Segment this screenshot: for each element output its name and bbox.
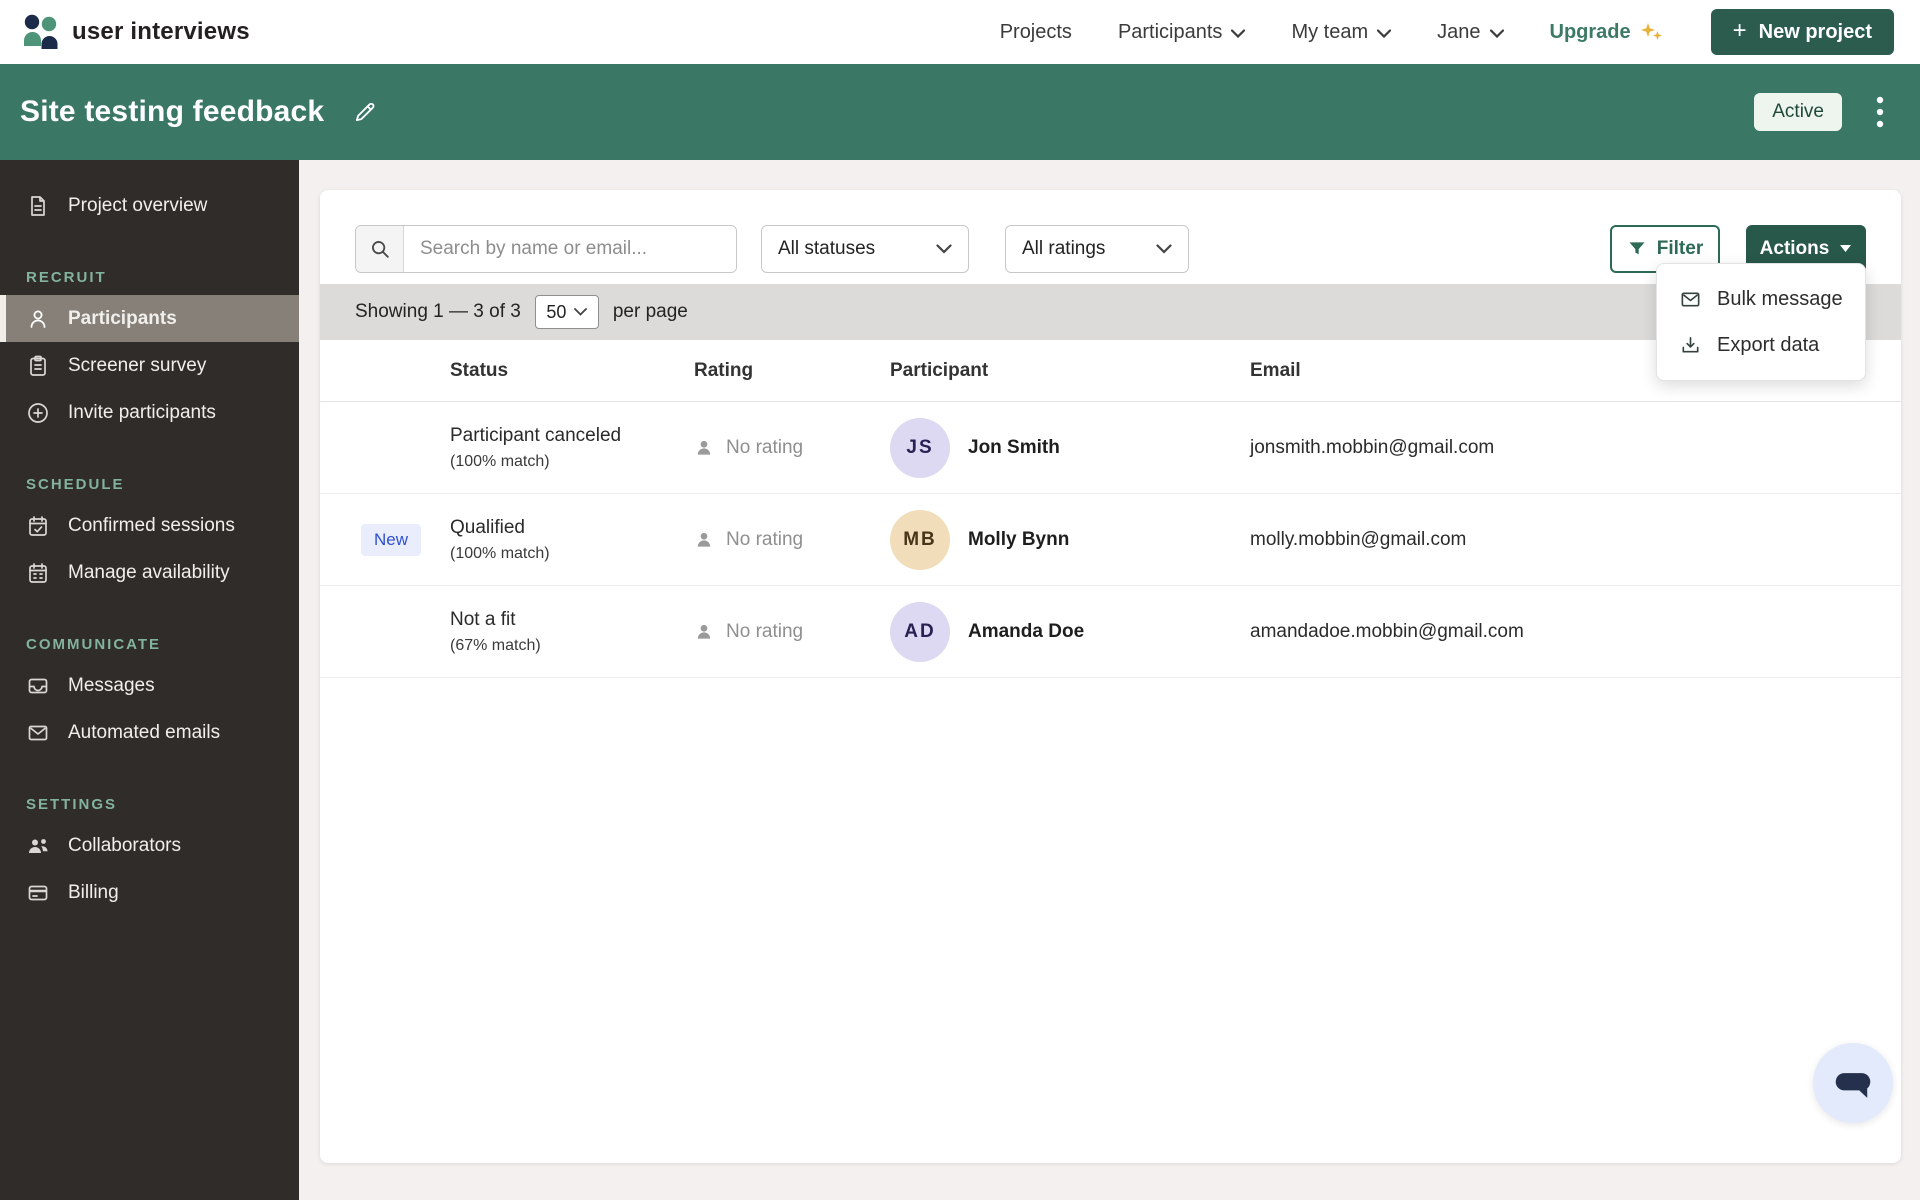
envelope-icon	[1681, 291, 1700, 307]
status-filter-select[interactable]: All statuses	[761, 224, 969, 273]
inbox-icon	[28, 678, 48, 693]
per-page-label: per page	[612, 301, 688, 322]
edit-title-button[interactable]	[348, 95, 382, 129]
nav-projects[interactable]: Projects	[1000, 21, 1072, 44]
sidebar-item-billing[interactable]: Billing	[0, 869, 299, 916]
table-row[interactable]: Not a fit (67% match) No rating AD Amand…	[320, 586, 1901, 678]
nav-user-menu[interactable]: Jane	[1437, 21, 1504, 44]
sidebar-section-recruit: RECRUIT	[26, 268, 107, 286]
sidebar-section-settings: SETTINGS	[26, 795, 118, 813]
chevron-down-icon	[1377, 28, 1392, 38]
download-icon	[1682, 336, 1699, 353]
sparkles-icon	[1640, 23, 1662, 40]
column-header-participant[interactable]: Participant	[890, 360, 1250, 382]
filter-funnel-icon	[1629, 241, 1645, 254]
sidebar-item-invite-participants[interactable]: Invite participants	[0, 389, 299, 436]
search-button[interactable]	[356, 225, 404, 272]
avatar: JS	[890, 417, 950, 478]
person-icon	[30, 310, 46, 328]
search-control	[355, 224, 737, 273]
email-cell: amandadoe.mobbin@gmail.com	[1250, 620, 1524, 642]
table-row[interactable]: Participant canceled (100% match) No rat…	[320, 402, 1901, 494]
avatar: MB	[890, 509, 950, 570]
people-icon	[29, 838, 48, 853]
table-row[interactable]: New Qualified (100% match) No rating MB …	[320, 494, 1901, 586]
chat-bubble-icon	[1835, 1073, 1871, 1098]
email-cell: molly.mobbin@gmail.com	[1250, 528, 1467, 550]
page-title: Site testing feedback	[20, 95, 325, 128]
column-header-rating[interactable]: Rating	[694, 360, 890, 382]
chevron-down-icon	[574, 308, 588, 316]
chevron-down-icon	[1231, 28, 1246, 38]
sidebar-item-collaborators[interactable]: Collaborators	[0, 822, 299, 869]
pencil-icon	[356, 102, 375, 122]
participant-cell: AD Amanda Doe	[890, 601, 1250, 662]
document-icon	[31, 195, 45, 216]
per-page-select[interactable]: 50	[534, 295, 599, 329]
credit-card-icon	[28, 885, 48, 900]
menu-item-bulk-message[interactable]: Bulk message	[1657, 276, 1865, 322]
sidebar-section-schedule: SCHEDULE	[26, 475, 125, 493]
status-cell: Qualified (100% match)	[450, 516, 550, 562]
nav-participants[interactable]: Participants	[1118, 21, 1246, 44]
person-icon	[697, 532, 711, 547]
new-badge: New	[361, 523, 422, 556]
avatar: AD	[890, 601, 950, 662]
status-cell: Participant canceled (100% match)	[450, 424, 622, 470]
rating-filter-select[interactable]: All ratings	[1005, 224, 1189, 273]
showing-count: Showing 1 — 3 of 3	[355, 301, 521, 322]
nav-my-team[interactable]: My team	[1291, 21, 1392, 44]
search-icon	[371, 240, 389, 258]
participant-cell: MB Molly Bynn	[890, 509, 1250, 570]
menu-item-export-data[interactable]: Export data	[1657, 322, 1865, 368]
sidebar-item-manage-availability[interactable]: Manage availability	[0, 549, 299, 596]
sidebar-item-screener-survey[interactable]: Screener survey	[0, 342, 299, 389]
brand[interactable]: user interviews	[22, 14, 250, 50]
brand-name: user interviews	[72, 18, 250, 45]
chevron-down-icon	[936, 243, 952, 254]
participant-name[interactable]: Molly Bynn	[968, 529, 1069, 551]
email-cell: jonsmith.mobbin@gmail.com	[1250, 436, 1495, 458]
kebab-icon	[1876, 96, 1884, 128]
chat-widget-button[interactable]	[1813, 1043, 1893, 1123]
top-navbar: user interviews Projects Participants My…	[0, 0, 1920, 64]
chevron-down-icon	[1156, 243, 1172, 254]
new-project-button[interactable]: + New project	[1710, 9, 1894, 55]
plus-icon: +	[1732, 17, 1747, 44]
participant-cell: JS Jon Smith	[890, 417, 1250, 478]
rating-cell: No rating	[694, 529, 890, 551]
plus-circle-icon	[28, 402, 48, 423]
participant-name[interactable]: Amanda Doe	[968, 621, 1084, 643]
calendar-icon	[29, 562, 47, 583]
chevron-down-icon	[1489, 28, 1504, 38]
sidebar-item-confirmed-sessions[interactable]: Confirmed sessions	[0, 502, 299, 549]
upgrade-link[interactable]: Upgrade	[1550, 19, 1665, 45]
kebab-menu-button[interactable]	[1870, 91, 1890, 133]
project-header-bar: Site testing feedback Active	[0, 64, 1920, 160]
search-input[interactable]	[404, 225, 736, 272]
rating-cell: No rating	[694, 437, 890, 459]
status-cell: Not a fit (67% match)	[450, 608, 541, 654]
column-header-status[interactable]: Status	[450, 360, 694, 382]
clipboard-icon	[30, 355, 46, 376]
sidebar-item-participants[interactable]: Participants	[0, 295, 299, 342]
sidebar-item-automated-emails[interactable]: Automated emails	[0, 709, 299, 756]
person-icon	[697, 624, 711, 639]
top-nav-links: Projects Participants My team Jane Upgra…	[1000, 9, 1894, 55]
rating-cell: No rating	[694, 621, 890, 643]
sidebar-section-communicate: COMMUNICATE	[26, 635, 162, 653]
envelope-icon	[28, 725, 48, 740]
user-interviews-logo-icon	[22, 14, 60, 50]
participant-name[interactable]: Jon Smith	[968, 437, 1060, 459]
sidebar-item-messages[interactable]: Messages	[0, 662, 299, 709]
actions-dropdown-menu: Bulk message Export data	[1656, 263, 1866, 381]
project-sidebar: Project overview RECRUIT Participants Sc…	[0, 160, 299, 1200]
status-badge[interactable]: Active	[1754, 93, 1842, 131]
caret-down-icon	[1840, 245, 1852, 252]
person-icon	[697, 440, 711, 455]
sidebar-item-project-overview[interactable]: Project overview	[0, 182, 299, 229]
calendar-check-icon	[29, 515, 47, 536]
